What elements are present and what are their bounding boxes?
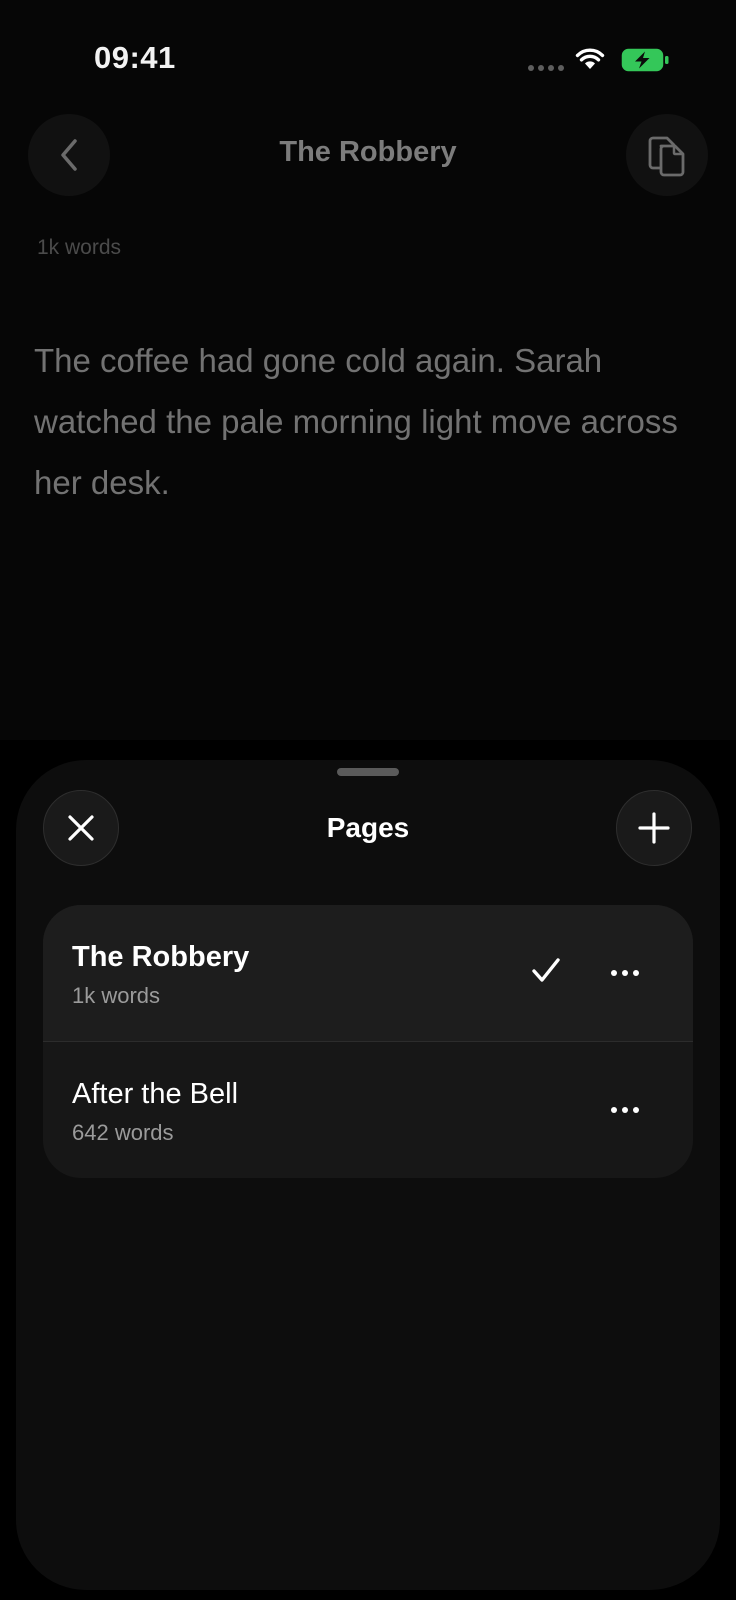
pages-icon	[648, 136, 685, 177]
add-page-button[interactable]	[616, 790, 692, 866]
page-row-after-the-bell[interactable]: After the Bell 642 words	[43, 1042, 693, 1178]
page-row-title: The Robbery	[72, 941, 250, 973]
document-body[interactable]: The coffee had gone cold again. Sarah wa…	[34, 330, 694, 513]
battery-charging-icon	[621, 48, 669, 72]
page-row-the-robbery[interactable]: The Robbery 1k words	[43, 905, 693, 1041]
pages-button[interactable]	[626, 114, 708, 196]
cellular-signal-icon	[528, 65, 564, 71]
sheet-grabber[interactable]	[337, 768, 399, 776]
plus-icon	[638, 812, 670, 844]
more-icon[interactable]	[603, 953, 647, 993]
status-bar: 09:41	[0, 0, 736, 120]
more-icon[interactable]	[603, 1090, 647, 1130]
page-row-title: After the Bell	[72, 1078, 239, 1110]
page-row-word-count: 1k words	[72, 983, 161, 1008]
pages-list: The Robbery 1k words After the Bell 642 …	[43, 905, 693, 1178]
status-time: 09:41	[94, 40, 176, 75]
checkmark-icon	[532, 958, 560, 982]
document-word-count: 1k words	[37, 236, 122, 259]
wifi-icon	[575, 48, 605, 69]
page-row-word-count: 642 words	[72, 1120, 174, 1145]
